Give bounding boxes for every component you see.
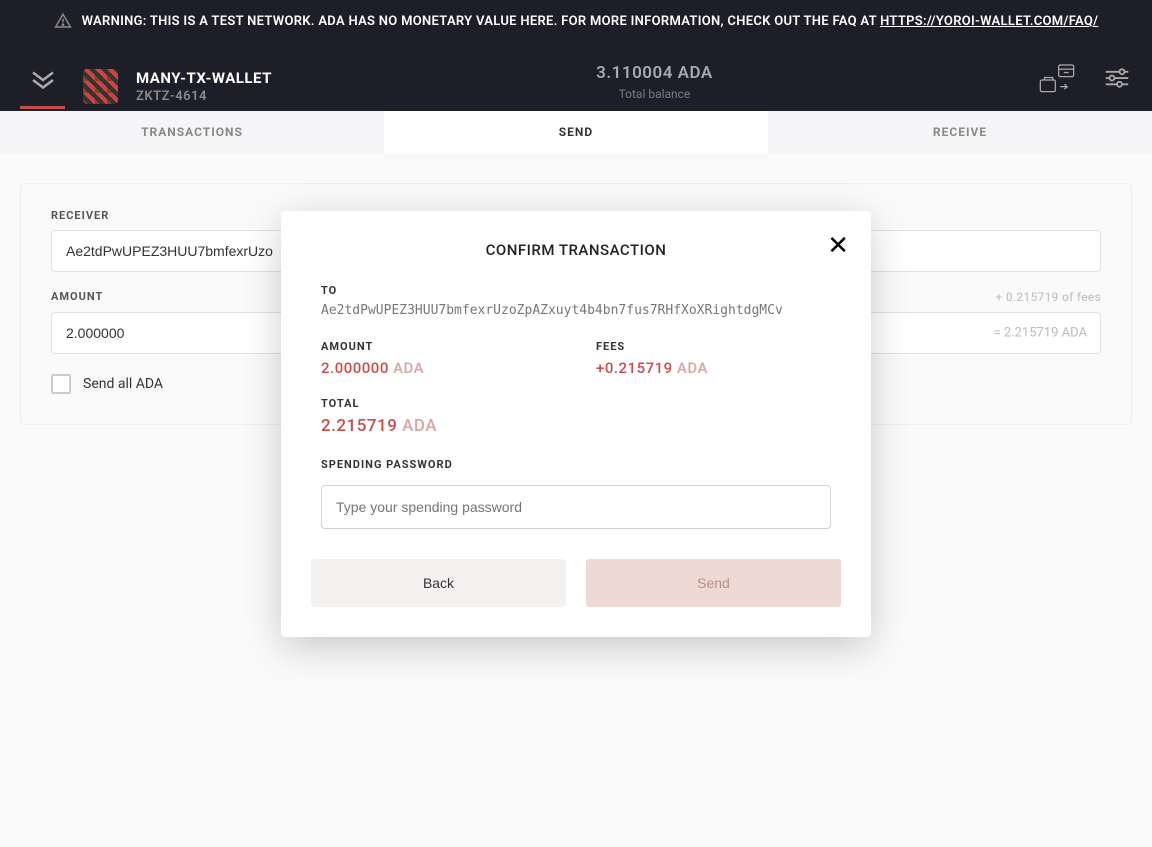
- tab-receive[interactable]: RECEIVE: [768, 111, 1152, 153]
- amount-total-suffix: = 2.215719 ADA: [993, 325, 1087, 340]
- warning-icon: [54, 12, 72, 37]
- spending-password-label: SPENDING PASSWORD: [321, 458, 831, 471]
- app-logo[interactable]: [20, 64, 65, 109]
- warning-faq-link[interactable]: HTTPS://YOROI-WALLET.COM/FAQ/: [880, 14, 1098, 29]
- close-icon[interactable]: ✕: [827, 233, 849, 259]
- send-all-label: Send all ADA: [83, 376, 163, 392]
- amount-label: AMOUNT: [51, 290, 103, 303]
- modal-to-address: Ae2tdPwUPEZ3HUU7bmfexrUzoZpAZxuyt4b4bn7f…: [321, 303, 831, 318]
- modal-to-label: TO: [321, 284, 831, 297]
- warning-text: WARNING: THIS IS A TEST NETWORK. ADA HAS…: [82, 14, 881, 29]
- modal-amount-value: 2.000000 ADA: [321, 359, 556, 377]
- transfer-icon[interactable]: [1037, 63, 1077, 101]
- send-button[interactable]: Send: [586, 559, 841, 607]
- wallet-id: ZKTZ-4614: [136, 89, 272, 104]
- wallet-name: MANY-TX-WALLET: [136, 69, 272, 87]
- total-balance-label: Total balance: [290, 87, 1019, 101]
- send-all-checkbox[interactable]: [51, 374, 71, 394]
- wallet-avatar-icon: [83, 69, 118, 104]
- modal-fees-label: FEES: [596, 340, 831, 353]
- test-network-warning: WARNING: THIS IS A TEST NETWORK. ADA HAS…: [0, 0, 1152, 49]
- app-header: MANY-TX-WALLET ZKTZ-4614 3.110004 ADA To…: [0, 49, 1152, 111]
- settings-icon[interactable]: [1102, 63, 1132, 101]
- modal-title: CONFIRM TRANSACTION: [311, 241, 841, 259]
- spending-password-input[interactable]: [321, 485, 831, 529]
- modal-total-label: TOTAL: [321, 397, 831, 410]
- confirm-transaction-modal: CONFIRM TRANSACTION ✕ TO Ae2tdPwUPEZ3HUU…: [281, 211, 871, 637]
- modal-amount-label: AMOUNT: [321, 340, 556, 353]
- tab-send[interactable]: SEND: [384, 111, 768, 153]
- total-balance-value: 3.110004 ADA: [290, 63, 1019, 83]
- fee-note: + 0.215719 of fees: [996, 290, 1101, 304]
- modal-fees-value: +0.215719 ADA: [596, 359, 831, 377]
- wallet-tabs: TRANSACTIONS SEND RECEIVE: [0, 111, 1152, 153]
- modal-total-value: 2.215719 ADA: [321, 416, 831, 436]
- tab-transactions[interactable]: TRANSACTIONS: [0, 111, 384, 153]
- back-button[interactable]: Back: [311, 559, 566, 607]
